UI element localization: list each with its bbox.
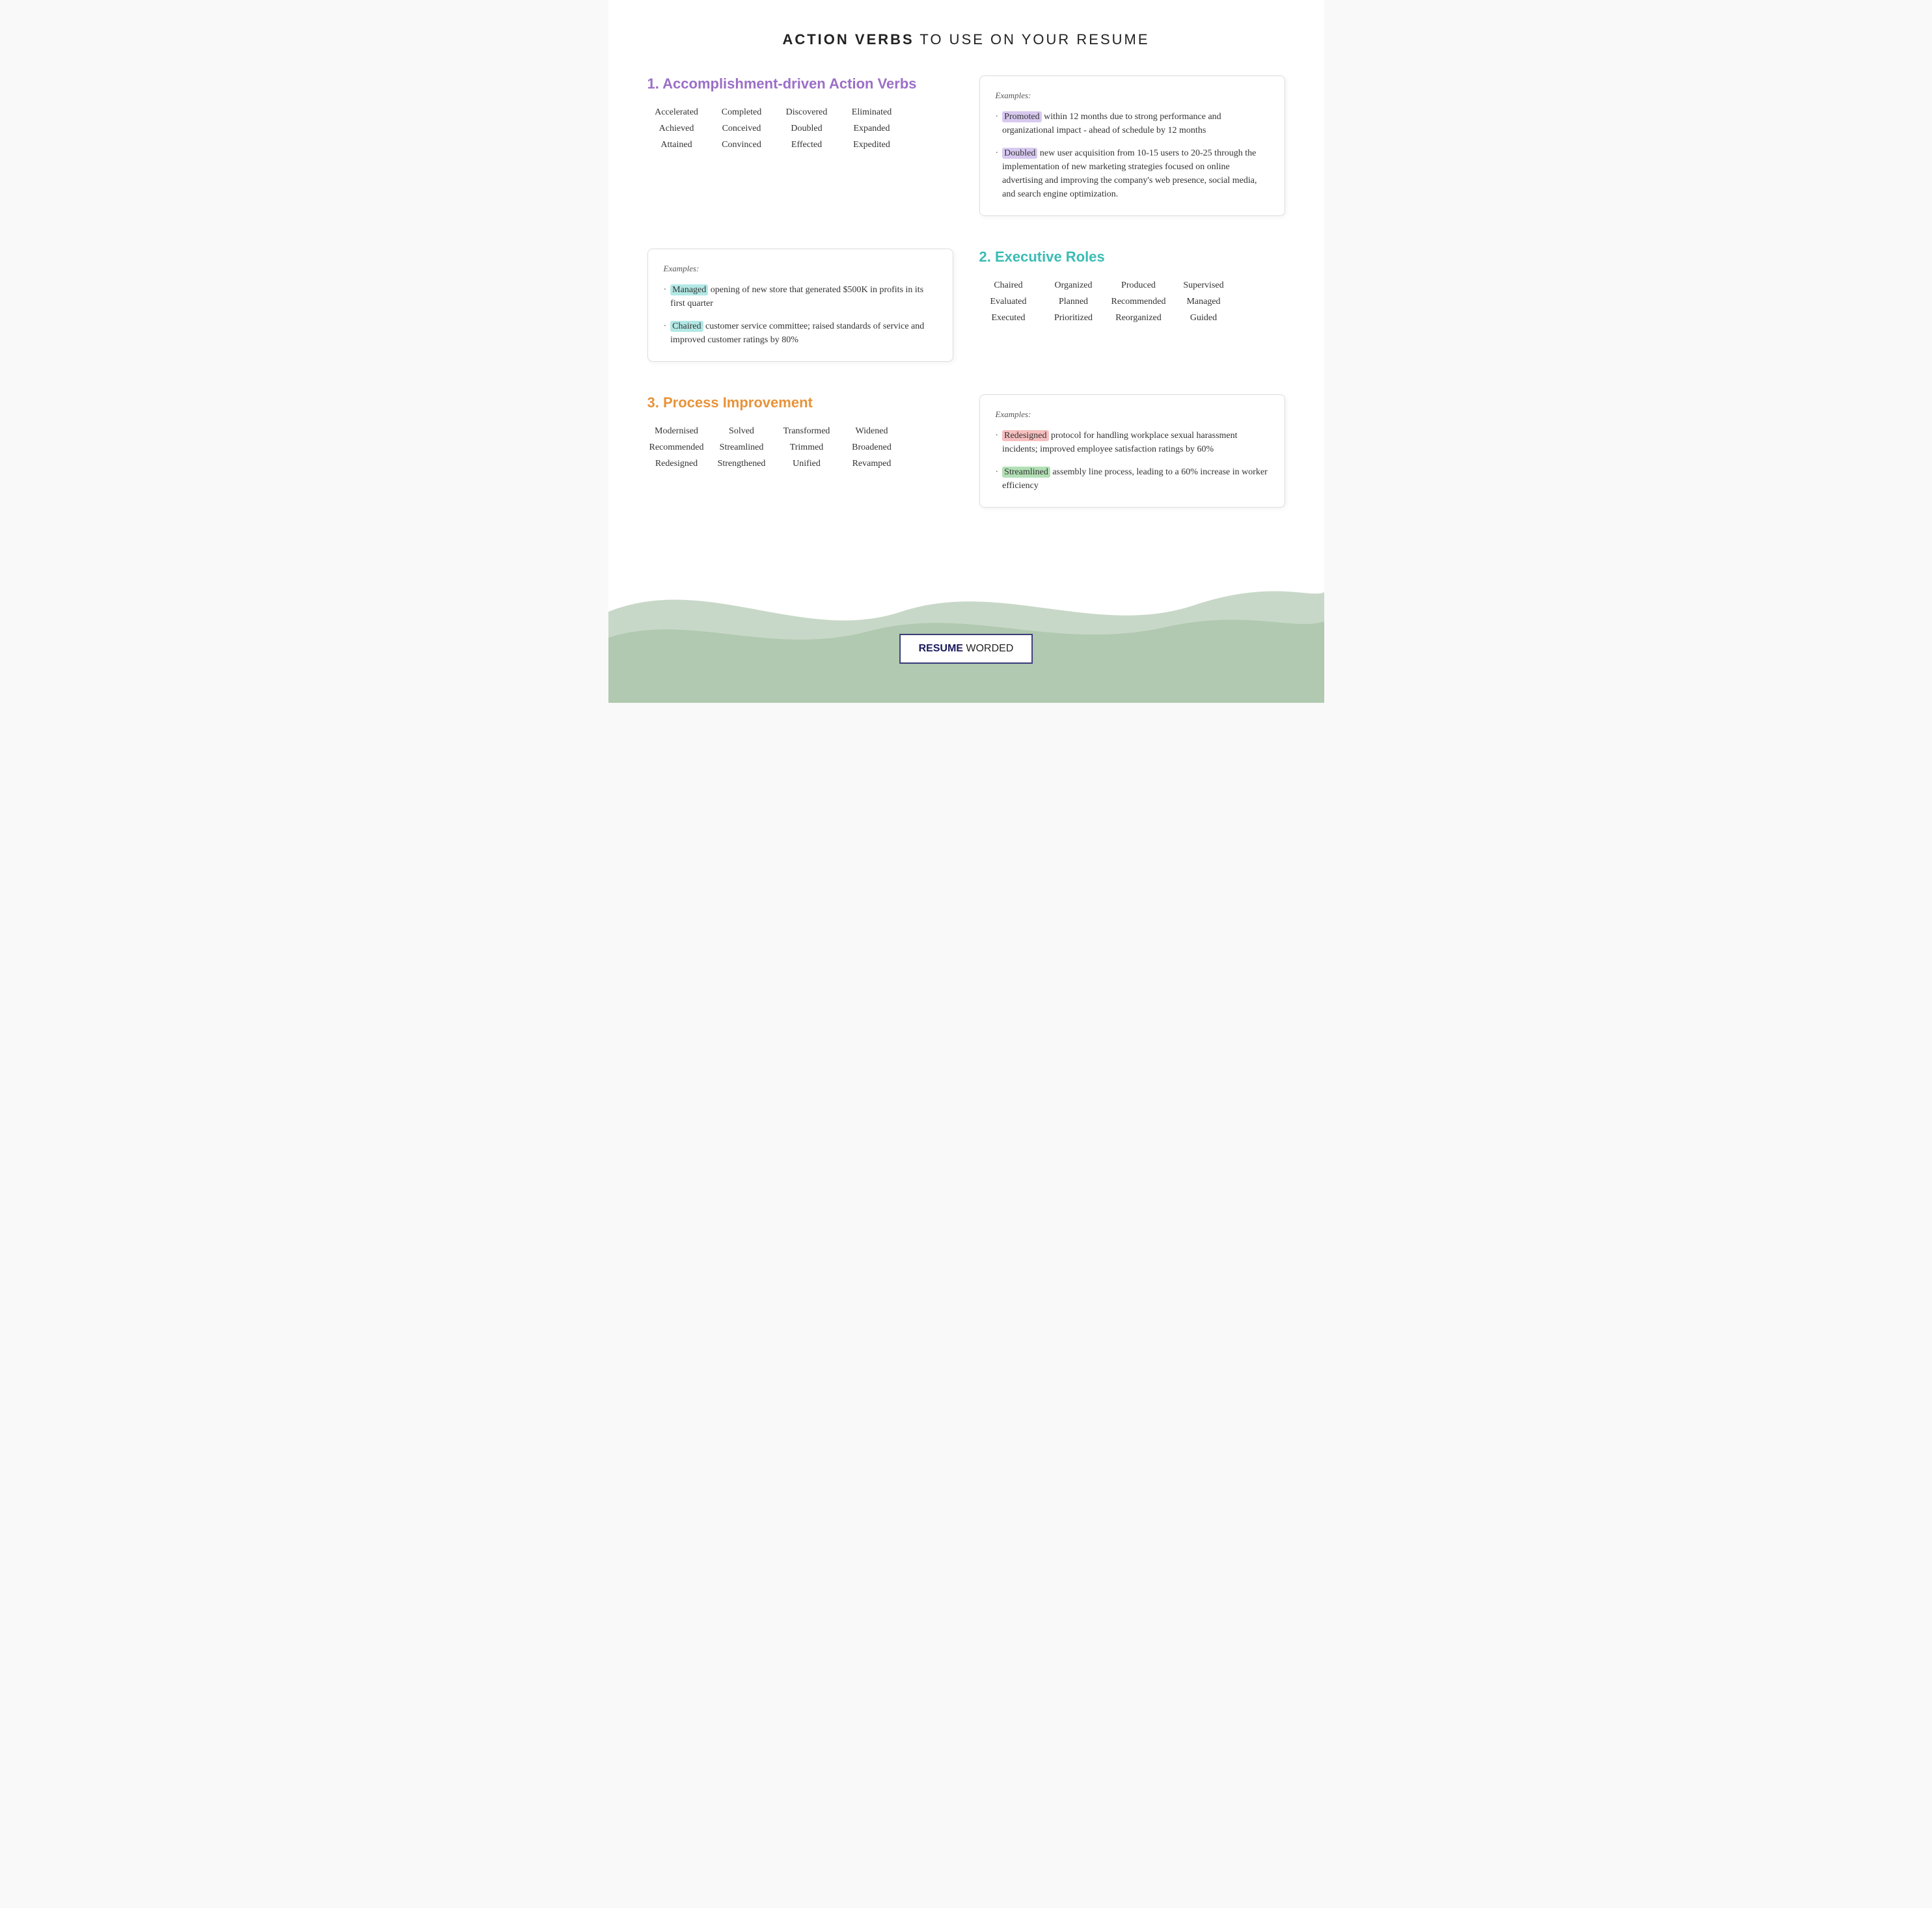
bullet6: · xyxy=(996,465,999,479)
section1-left-example2: · Chaired customer service committee; ra… xyxy=(664,320,937,347)
section2-block: 2. Executive Roles Chaired Evaluated Exe… xyxy=(979,242,1285,368)
section3-col3: Transformed Trimmed Unified xyxy=(778,423,836,472)
section3-title: 3. Process Improvement xyxy=(647,394,953,411)
section1-word-list: Accelerated Achieved Attained Completed … xyxy=(647,104,953,154)
section3-example-box: Examples: · Redesigned protocol for hand… xyxy=(979,394,1285,508)
section2-col2: Organized Planned Prioritized xyxy=(1044,277,1103,327)
highlight-doubled: Doubled xyxy=(1002,148,1037,159)
section1-left-label: Examples: xyxy=(664,264,937,274)
section3-col2: Solved Streamlined Strengthened xyxy=(713,423,771,472)
section1-example1: · Promoted within 12 months due to stron… xyxy=(996,110,1269,137)
section1-col3: Discovered Doubled Effected xyxy=(778,104,836,154)
section2-col4: Supervised Managed Guided xyxy=(1175,277,1233,327)
section1-col1: Accelerated Achieved Attained xyxy=(647,104,706,154)
highlight-promoted: Promoted xyxy=(1002,111,1041,122)
section1-left-example1: · Managed opening of new store that gene… xyxy=(664,283,937,310)
section3-word-list: Modernised Recommended Redesigned Solved… xyxy=(647,423,953,472)
bullet4: · xyxy=(664,320,667,333)
section1-example-box: Examples: · Promoted within 12 months du… xyxy=(979,75,1285,216)
highlight-redesigned: Redesigned xyxy=(1002,430,1048,441)
main-content: 1. Accomplishment-driven Action Verbs Ac… xyxy=(608,69,1324,514)
section2-title: 2. Executive Roles xyxy=(979,249,1285,266)
section1-left-example-box: Examples: · Managed opening of new store… xyxy=(647,249,953,362)
page: ACTION VERBS TO USE ON YOUR RESUME 1. Ac… xyxy=(608,0,1324,703)
bullet2: · xyxy=(996,146,999,160)
brand-bold: RESUME xyxy=(919,643,963,654)
bullet1: · xyxy=(996,110,999,124)
bullet5: · xyxy=(996,429,999,443)
wave-svg xyxy=(608,534,1324,703)
section2-word-list: Chaired Evaluated Executed Organized Pla… xyxy=(979,277,1285,327)
brand-light: WORDED xyxy=(963,643,1013,654)
header-light: TO USE ON YOUR RESUME xyxy=(914,31,1150,48)
section3-block: 3. Process Improvement Modernised Recomm… xyxy=(647,388,953,514)
section1-col4: Eliminated Expanded Expedited xyxy=(843,104,901,154)
bullet3: · xyxy=(664,283,667,297)
section1-title: 1. Accomplishment-driven Action Verbs xyxy=(647,75,953,92)
section1-left-example-box-wrapper: Examples: · Managed opening of new store… xyxy=(647,242,953,368)
section1-example-label: Examples: xyxy=(996,90,1269,101)
section1-example2: · Doubled new user acquisition from 10-1… xyxy=(996,146,1269,201)
section3-example2: · Streamlined assembly line process, lea… xyxy=(996,465,1269,493)
highlight-managed: Managed xyxy=(670,284,708,295)
section3-examples: Examples: · Redesigned protocol for hand… xyxy=(979,388,1285,514)
wave-footer: RESUME WORDED xyxy=(608,534,1324,703)
brand-box: RESUME WORDED xyxy=(899,634,1033,664)
page-header: ACTION VERBS TO USE ON YOUR RESUME xyxy=(608,0,1324,69)
section1-col2: Completed Conceived Convinced xyxy=(713,104,771,154)
section2-col1: Chaired Evaluated Executed xyxy=(979,277,1038,327)
section3-col4: Widened Broadened Revamped xyxy=(843,423,901,472)
header-bold: ACTION VERBS xyxy=(782,31,914,48)
section3-example1: · Redesigned protocol for handling workp… xyxy=(996,429,1269,456)
section3-col1: Modernised Recommended Redesigned xyxy=(647,423,706,472)
section3-example-label: Examples: xyxy=(996,409,1269,420)
section1-words: 1. Accomplishment-driven Action Verbs Ac… xyxy=(647,69,953,223)
highlight-streamlined: Streamlined xyxy=(1002,467,1050,478)
highlight-chaired: Chaired xyxy=(670,321,703,332)
section1-examples: Examples: · Promoted within 12 months du… xyxy=(979,69,1285,223)
section2-col3: Produced Recommended Reorganized xyxy=(1109,277,1168,327)
